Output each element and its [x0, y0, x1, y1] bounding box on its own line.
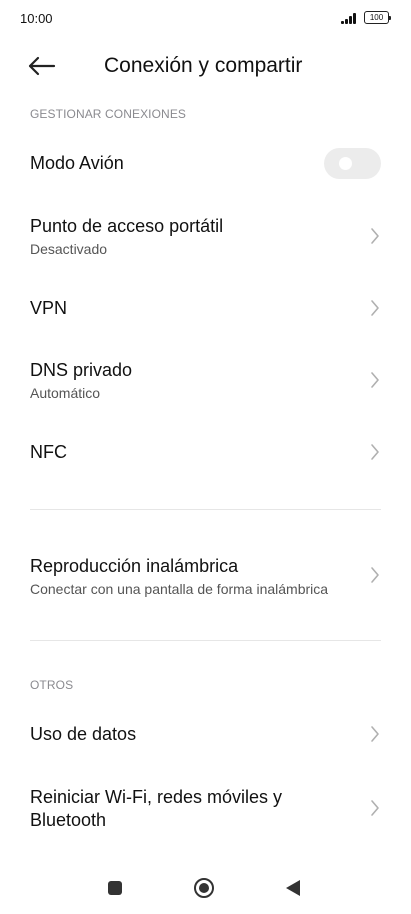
recents-icon[interactable] [108, 881, 122, 895]
chevron-right-icon [371, 567, 379, 583]
signal-icon [341, 12, 361, 24]
app-header: Conexión y compartir [0, 44, 411, 88]
airplane-mode-label: Modo Avión [30, 153, 124, 173]
divider [30, 640, 381, 641]
hotspot-label: Punto de acceso portátil [30, 216, 224, 236]
private-dns-row[interactable]: DNS privado Automático [0, 352, 411, 408]
vpn-label: VPN [30, 298, 68, 318]
nfc-label: NFC [30, 442, 67, 462]
wireless-display-label: Reproducción inalámbrica [30, 556, 239, 576]
page-title: Conexión y compartir [104, 54, 303, 77]
airplane-mode-toggle[interactable] [324, 148, 381, 179]
chevron-right-icon [371, 228, 379, 244]
battery-level: 100 [369, 13, 384, 22]
reset-network-label-line1: Reiniciar Wi-Fi, redes móviles y [30, 787, 283, 807]
private-dns-label: DNS privado [30, 360, 133, 380]
chevron-right-icon [371, 800, 379, 816]
divider [30, 509, 381, 510]
system-navigation-bar [0, 864, 411, 914]
battery-icon: 100 [364, 11, 391, 24]
chevron-right-icon [371, 444, 379, 460]
vpn-row[interactable]: VPN [0, 286, 411, 330]
chevron-right-icon [371, 726, 379, 742]
reset-network-row[interactable]: Reiniciar Wi-Fi, redes móviles y Bluetoo… [0, 782, 411, 836]
home-icon[interactable] [194, 878, 214, 898]
data-usage-row[interactable]: Uso de datos [0, 712, 411, 756]
section-label-others: OTROS [30, 678, 74, 692]
back-triangle-icon[interactable] [286, 880, 300, 896]
reset-network-label-line2: Bluetooth [30, 810, 107, 830]
toggle-knob [339, 157, 352, 170]
chevron-right-icon [371, 300, 379, 316]
back-arrow-icon[interactable] [26, 52, 58, 80]
airplane-mode-row[interactable]: Modo Avión [0, 140, 411, 188]
chevron-right-icon [371, 372, 379, 388]
status-bar: 10:00 100 [0, 0, 411, 38]
private-dns-status: Automático [30, 385, 101, 401]
nfc-row[interactable]: NFC [0, 430, 411, 474]
wireless-display-description: Conectar con una pantalla de forma inalá… [30, 581, 329, 597]
wireless-display-row[interactable]: Reproducción inalámbrica Conectar con un… [0, 544, 411, 604]
status-time: 10:00 [20, 11, 53, 26]
data-usage-label: Uso de datos [30, 724, 137, 744]
hotspot-status: Desactivado [30, 241, 108, 257]
section-label-manage: GESTIONAR CONEXIONES [30, 107, 187, 121]
hotspot-row[interactable]: Punto de acceso portátil Desactivado [0, 208, 411, 264]
